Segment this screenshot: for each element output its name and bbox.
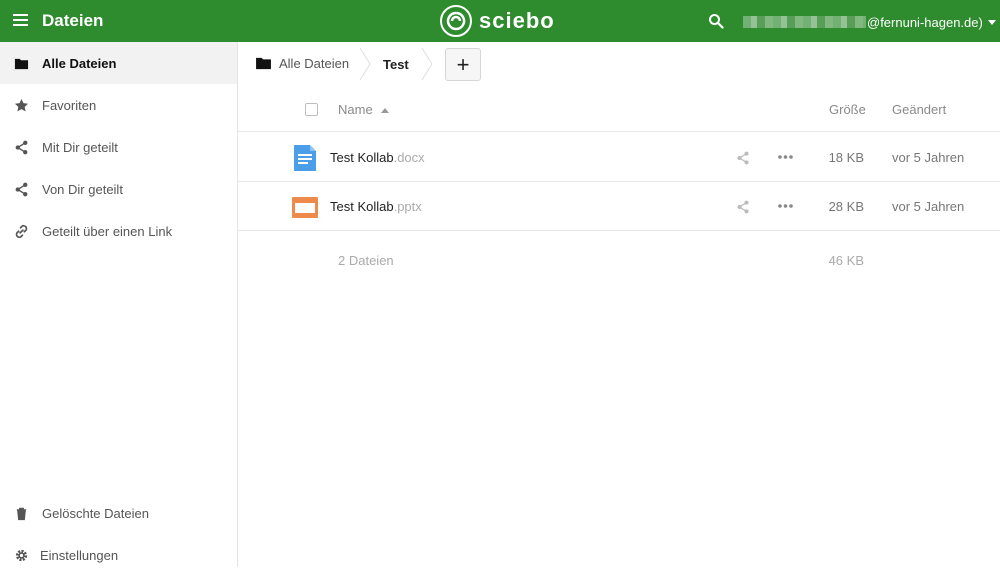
sidebar-item-label: Von Dir geteilt <box>42 181 123 197</box>
sidebar-item-label: Gelöschte Dateien <box>42 505 149 521</box>
caret-down-icon <box>987 19 996 25</box>
gear-icon <box>13 547 29 563</box>
sidebar-item-geloeschte-dateien[interactable]: Gelöschte Dateien <box>0 492 237 534</box>
table-row[interactable]: Test Kollab.pptx 28 KB vor 5 Jahren <box>238 182 1000 231</box>
trash-icon <box>13 505 29 521</box>
file-name[interactable]: Test Kollab.pptx <box>330 199 422 214</box>
file-extension: .docx <box>393 150 425 165</box>
folder-icon <box>13 55 29 71</box>
share-icon <box>13 181 29 197</box>
sciebo-logo[interactable]: sciebo <box>440 4 555 38</box>
breadcrumb-home[interactable]: Alle Dateien <box>256 56 349 71</box>
sidebar: Alle Dateien Favoriten Mit Dir geteilt V… <box>0 42 238 567</box>
more-actions-icon[interactable] <box>778 204 793 208</box>
sidebar-item-label: Alle Dateien <box>42 55 117 71</box>
sidebar-item-mit-dir-geteilt[interactable]: Mit Dir geteilt <box>0 126 237 168</box>
pptx-file-icon <box>292 197 318 218</box>
table-row[interactable]: Test Kollab.docx 18 KB vor 5 Jahren <box>238 133 1000 182</box>
redacted-username <box>743 16 866 28</box>
file-basename: Test Kollab <box>330 150 394 165</box>
summary-file-count: 2 Dateien <box>338 253 394 268</box>
sidebar-item-alle-dateien[interactable]: Alle Dateien <box>0 42 237 84</box>
sidebar-item-label: Geteilt über einen Link <box>42 223 173 239</box>
share-icon <box>13 139 29 155</box>
breadcrumb-current[interactable]: Test <box>383 57 409 72</box>
sidebar-item-label: Favoriten <box>42 97 97 113</box>
sidebar-item-geteilt-ueber-link[interactable]: Geteilt über einen Link <box>0 210 237 252</box>
file-list-area: Alle Dateien Test + Name Größe Geändert … <box>238 42 1000 567</box>
folder-icon <box>256 57 271 70</box>
sidebar-item-label: Mit Dir geteilt <box>42 139 118 155</box>
new-button[interactable]: + <box>445 48 481 81</box>
file-size: 18 KB <box>828 150 864 165</box>
column-name-label: Name <box>338 102 373 117</box>
column-size-header[interactable]: Größe <box>829 102 866 117</box>
file-modified: vor 5 Jahren <box>892 150 965 165</box>
file-summary: 2 Dateien 46 KB <box>238 230 1000 288</box>
summary-total-size: 46 KB <box>828 253 864 268</box>
file-modified: vor 5 Jahren <box>892 199 965 214</box>
file-size: 28 KB <box>828 199 864 214</box>
select-all-checkbox[interactable] <box>305 103 318 116</box>
sidebar-item-label: Einstellungen <box>40 547 119 563</box>
share-icon[interactable] <box>736 151 750 165</box>
file-name[interactable]: Test Kollab.docx <box>330 150 425 165</box>
link-icon <box>13 223 29 239</box>
sort-ascending-icon <box>380 108 389 114</box>
sidebar-item-von-dir-geteilt[interactable]: Von Dir geteilt <box>0 168 237 210</box>
sidebar-item-einstellungen[interactable]: Einstellungen <box>0 534 237 576</box>
user-email: @fernuni-hagen.de) <box>867 14 983 30</box>
table-header: Name Größe Geändert <box>238 86 1000 132</box>
file-extension: .pptx <box>393 199 422 214</box>
more-actions-icon[interactable] <box>778 155 793 159</box>
breadcrumb: Alle Dateien Test + <box>238 42 1000 86</box>
app-title[interactable]: Dateien <box>42 11 103 31</box>
breadcrumb-home-label: Alle Dateien <box>279 56 350 71</box>
top-bar: Dateien sciebo @fernuni-hagen.de) <box>0 0 1000 42</box>
sciebo-logo-icon <box>440 5 472 37</box>
docx-file-icon <box>294 145 316 171</box>
logo-text: sciebo <box>479 8 555 33</box>
sidebar-item-favoriten[interactable]: Favoriten <box>0 84 237 126</box>
share-icon[interactable] <box>736 200 750 214</box>
file-basename: Test Kollab <box>330 199 394 214</box>
star-icon <box>13 97 29 113</box>
user-menu[interactable]: @fernuni-hagen.de) <box>743 13 996 31</box>
column-name-header[interactable]: Name <box>338 102 389 117</box>
breadcrumb-separator-icon <box>359 48 371 80</box>
menu-icon[interactable] <box>13 14 28 27</box>
breadcrumb-separator-icon <box>421 48 433 80</box>
column-modified-header[interactable]: Geändert <box>892 102 946 117</box>
search-icon[interactable] <box>708 13 724 29</box>
